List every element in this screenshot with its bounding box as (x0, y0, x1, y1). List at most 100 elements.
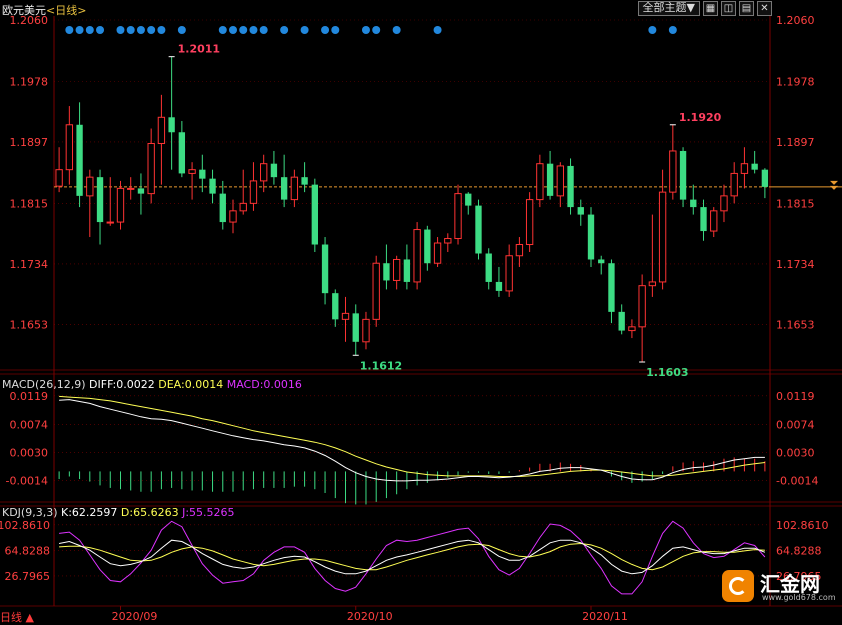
signal-dot (433, 26, 442, 34)
signal-dot (96, 26, 105, 34)
candle-body (260, 163, 268, 182)
price-tick-right: 1.2060 (776, 14, 815, 27)
candle-body (219, 193, 226, 223)
macd-tick-right: 0.0074 (776, 418, 815, 431)
macd-label: MACD:0.0016 (227, 378, 302, 391)
macd-dif-line (59, 399, 765, 482)
candle-body (525, 199, 534, 246)
price-tick-left: 1.1897 (10, 136, 49, 149)
signal-dot (300, 26, 309, 34)
signal-dot (85, 26, 94, 34)
candle-body (209, 178, 216, 194)
low-annotation: 1.1612 (360, 359, 402, 372)
candle-body (341, 312, 350, 320)
candle-body (96, 177, 104, 223)
current-price-marker-icon (830, 180, 838, 190)
macd-tick-right: -0.0014 (776, 474, 818, 487)
x-tick-label: 2020/10 (347, 610, 393, 623)
candle-body (444, 238, 452, 244)
candle-body (403, 259, 411, 282)
kdj-label: J:55.5265 (181, 506, 234, 519)
candle-body (679, 150, 687, 200)
candle-body (608, 263, 615, 312)
candle-body (710, 210, 718, 232)
signal-dot (239, 26, 248, 34)
candle-body (658, 191, 667, 283)
signal-dot (372, 26, 381, 34)
candle-body (505, 255, 513, 292)
candle-body (116, 187, 125, 223)
candle-body (137, 188, 145, 194)
signal-dot (361, 26, 370, 34)
kdj-tick-right: 102.8610 (776, 519, 829, 532)
kdj-label: D:65.6263 (121, 506, 182, 519)
candle-body (751, 163, 758, 170)
macd-tick-left: -0.0014 (6, 474, 48, 487)
period-selector[interactable]: 日线 ▲ (0, 609, 34, 625)
chart-canvas[interactable]: 1.2060 1.20601.1978 1.19781.1897 1.18971.18… (0, 0, 842, 625)
signal-dot (392, 26, 401, 34)
chart-window: 1.2060 1.2060 1.1978 1.1978 1.1897 1.1897 1.18… (0, 0, 842, 625)
candle-body (168, 117, 175, 133)
macd-label: DEA:0.0014 (158, 378, 226, 391)
candle-body (239, 202, 247, 212)
grid-icon[interactable]: ▦ (703, 1, 718, 16)
macd-label: DIFF:0.0022 (89, 378, 158, 391)
price-tick-right: 1.1734 (776, 258, 815, 271)
x-tick-label: 2020/09 (112, 610, 158, 623)
candle-body (362, 318, 370, 343)
kdj-d-line (59, 542, 765, 571)
chart-icon[interactable]: ▤ (739, 1, 754, 16)
signal-dot (648, 26, 657, 34)
signal-dot (249, 26, 258, 34)
signal-dot (116, 26, 125, 34)
price-tick-right: 1.1897 (776, 136, 815, 149)
candle-body (454, 193, 462, 240)
high-annotation: 1.2011 (178, 43, 220, 56)
price-tick-left: 1.1815 (10, 197, 49, 210)
candle-body (301, 177, 308, 185)
kdj-tick-left: 102.8610 (0, 519, 50, 532)
candle-body (392, 258, 401, 281)
candle-body (280, 177, 288, 200)
chart-title: 欧元美元<日线> (2, 2, 86, 18)
candle-body (740, 163, 749, 174)
candle-body (321, 244, 329, 294)
low-annotation: 1.1603 (646, 366, 688, 379)
macd-tick-left: 0.0030 (10, 446, 49, 459)
candle-body (485, 253, 492, 282)
candle-body (270, 163, 278, 178)
window-toolbar: 全部主题▼ ▦ ◫ ▤ ✕ (637, 1, 772, 16)
candle-body (178, 132, 186, 174)
layout-icon[interactable]: ◫ (721, 1, 736, 16)
candle-body (424, 229, 431, 264)
brand-badge-icon (722, 570, 754, 602)
macd-tick-left: 0.0119 (10, 390, 49, 403)
signal-dot (75, 26, 84, 34)
price-tick-left: 1.1734 (10, 258, 49, 271)
candle-body (577, 207, 584, 215)
signal-dot (157, 26, 166, 34)
signal-dot (259, 26, 268, 34)
candle-body (465, 193, 472, 206)
price-tick-left: 1.1653 (10, 319, 49, 332)
price-tick-left: 1.1978 (10, 75, 49, 88)
period-label[interactable]: <日线> (46, 4, 86, 17)
signal-dot (218, 26, 227, 34)
close-icon[interactable]: ✕ (757, 1, 772, 16)
candle-body (515, 244, 524, 257)
candle-body (106, 221, 114, 224)
x-tick-label: 2020/11 (582, 610, 628, 623)
candle-body (556, 165, 564, 197)
signal-dot (229, 26, 237, 34)
kdj-tick-left: 26.7965 (5, 570, 51, 583)
signal-dot (65, 26, 74, 34)
candle-body (290, 176, 299, 201)
theme-dropdown[interactable]: 全部主题▼ (637, 1, 700, 16)
price-tick-right: 1.1653 (776, 319, 815, 332)
brand-logo: 汇金网 www.gold678.com (722, 566, 836, 606)
kdj-k-line (59, 539, 766, 575)
signal-dot (668, 26, 677, 34)
candle-body (188, 169, 196, 174)
candle-body (648, 281, 657, 287)
